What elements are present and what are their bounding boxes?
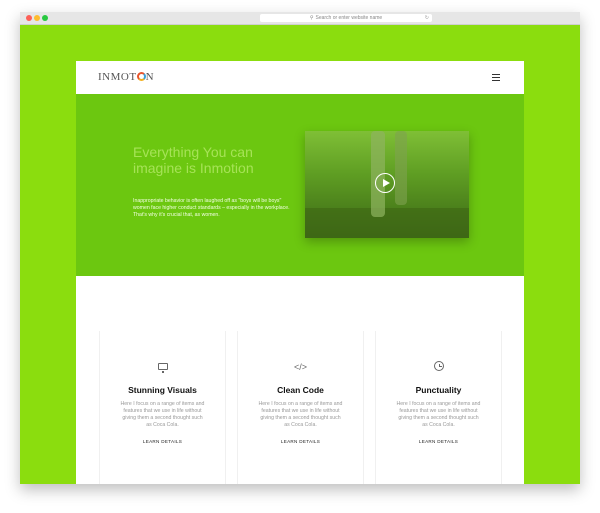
feature-card: Punctuality Here I focus on a range of i… <box>375 331 502 484</box>
feature-text: Here I focus on a range of items and fea… <box>120 401 205 428</box>
close-window-button[interactable] <box>26 15 32 21</box>
hero-title: Everything You can imagine is Inmotion <box>133 144 254 176</box>
address-bar-placeholder: Search or enter website name <box>315 15 383 21</box>
hero-description: Inappropriate behavior is often laughed … <box>133 198 290 218</box>
logo-text-left: INMOT <box>98 71 137 83</box>
browser-window: ⚲ Search or enter website name ↻ INMOT N E… <box>20 12 580 484</box>
video-ground <box>305 208 469 238</box>
clock-icon <box>376 361 501 373</box>
logo-ring-icon <box>136 72 146 81</box>
hero-section: Everything You can imagine is Inmotion I… <box>76 94 524 276</box>
monitor-icon <box>100 361 225 373</box>
search-icon: ⚲ <box>309 15 314 21</box>
feature-card: Stunning Visuals Here I focus on a range… <box>99 331 226 484</box>
website: INMOT N Everything You can imagine is Inm… <box>76 61 524 484</box>
site-navbar: INMOT N <box>76 61 524 94</box>
learn-details-link[interactable]: LEARN DETAILS <box>376 439 501 444</box>
play-icon[interactable] <box>375 173 395 193</box>
feature-text: Here I focus on a range of items and fea… <box>396 401 481 428</box>
feature-title: Punctuality <box>415 385 462 395</box>
features-section: Stunning Visuals Here I focus on a range… <box>76 276 524 484</box>
reload-icon[interactable]: ↻ <box>425 14 429 22</box>
feature-card: </> Clean Code Here I focus on a range o… <box>237 331 364 484</box>
learn-details-link[interactable]: LEARN DETAILS <box>238 439 363 444</box>
maximize-window-button[interactable] <box>42 15 48 21</box>
code-icon: </> <box>293 362 307 372</box>
hamburger-menu-icon[interactable] <box>492 74 500 81</box>
hero-video-thumbnail[interactable] <box>305 131 469 238</box>
browser-titlebar: ⚲ Search or enter website name ↻ <box>20 12 580 25</box>
feature-text: Here I focus on a range of items and fea… <box>258 401 343 428</box>
address-bar[interactable]: ⚲ Search or enter website name ↻ <box>260 14 432 22</box>
feature-title: Stunning Visuals <box>128 385 197 395</box>
inmotion-logo[interactable]: INMOT N <box>98 71 154 83</box>
video-figure <box>395 131 407 205</box>
minimize-window-button[interactable] <box>34 15 40 21</box>
learn-details-link[interactable]: LEARN DETAILS <box>100 439 225 444</box>
feature-title: Clean Code <box>277 385 324 395</box>
logo-text-right: N <box>145 71 155 83</box>
